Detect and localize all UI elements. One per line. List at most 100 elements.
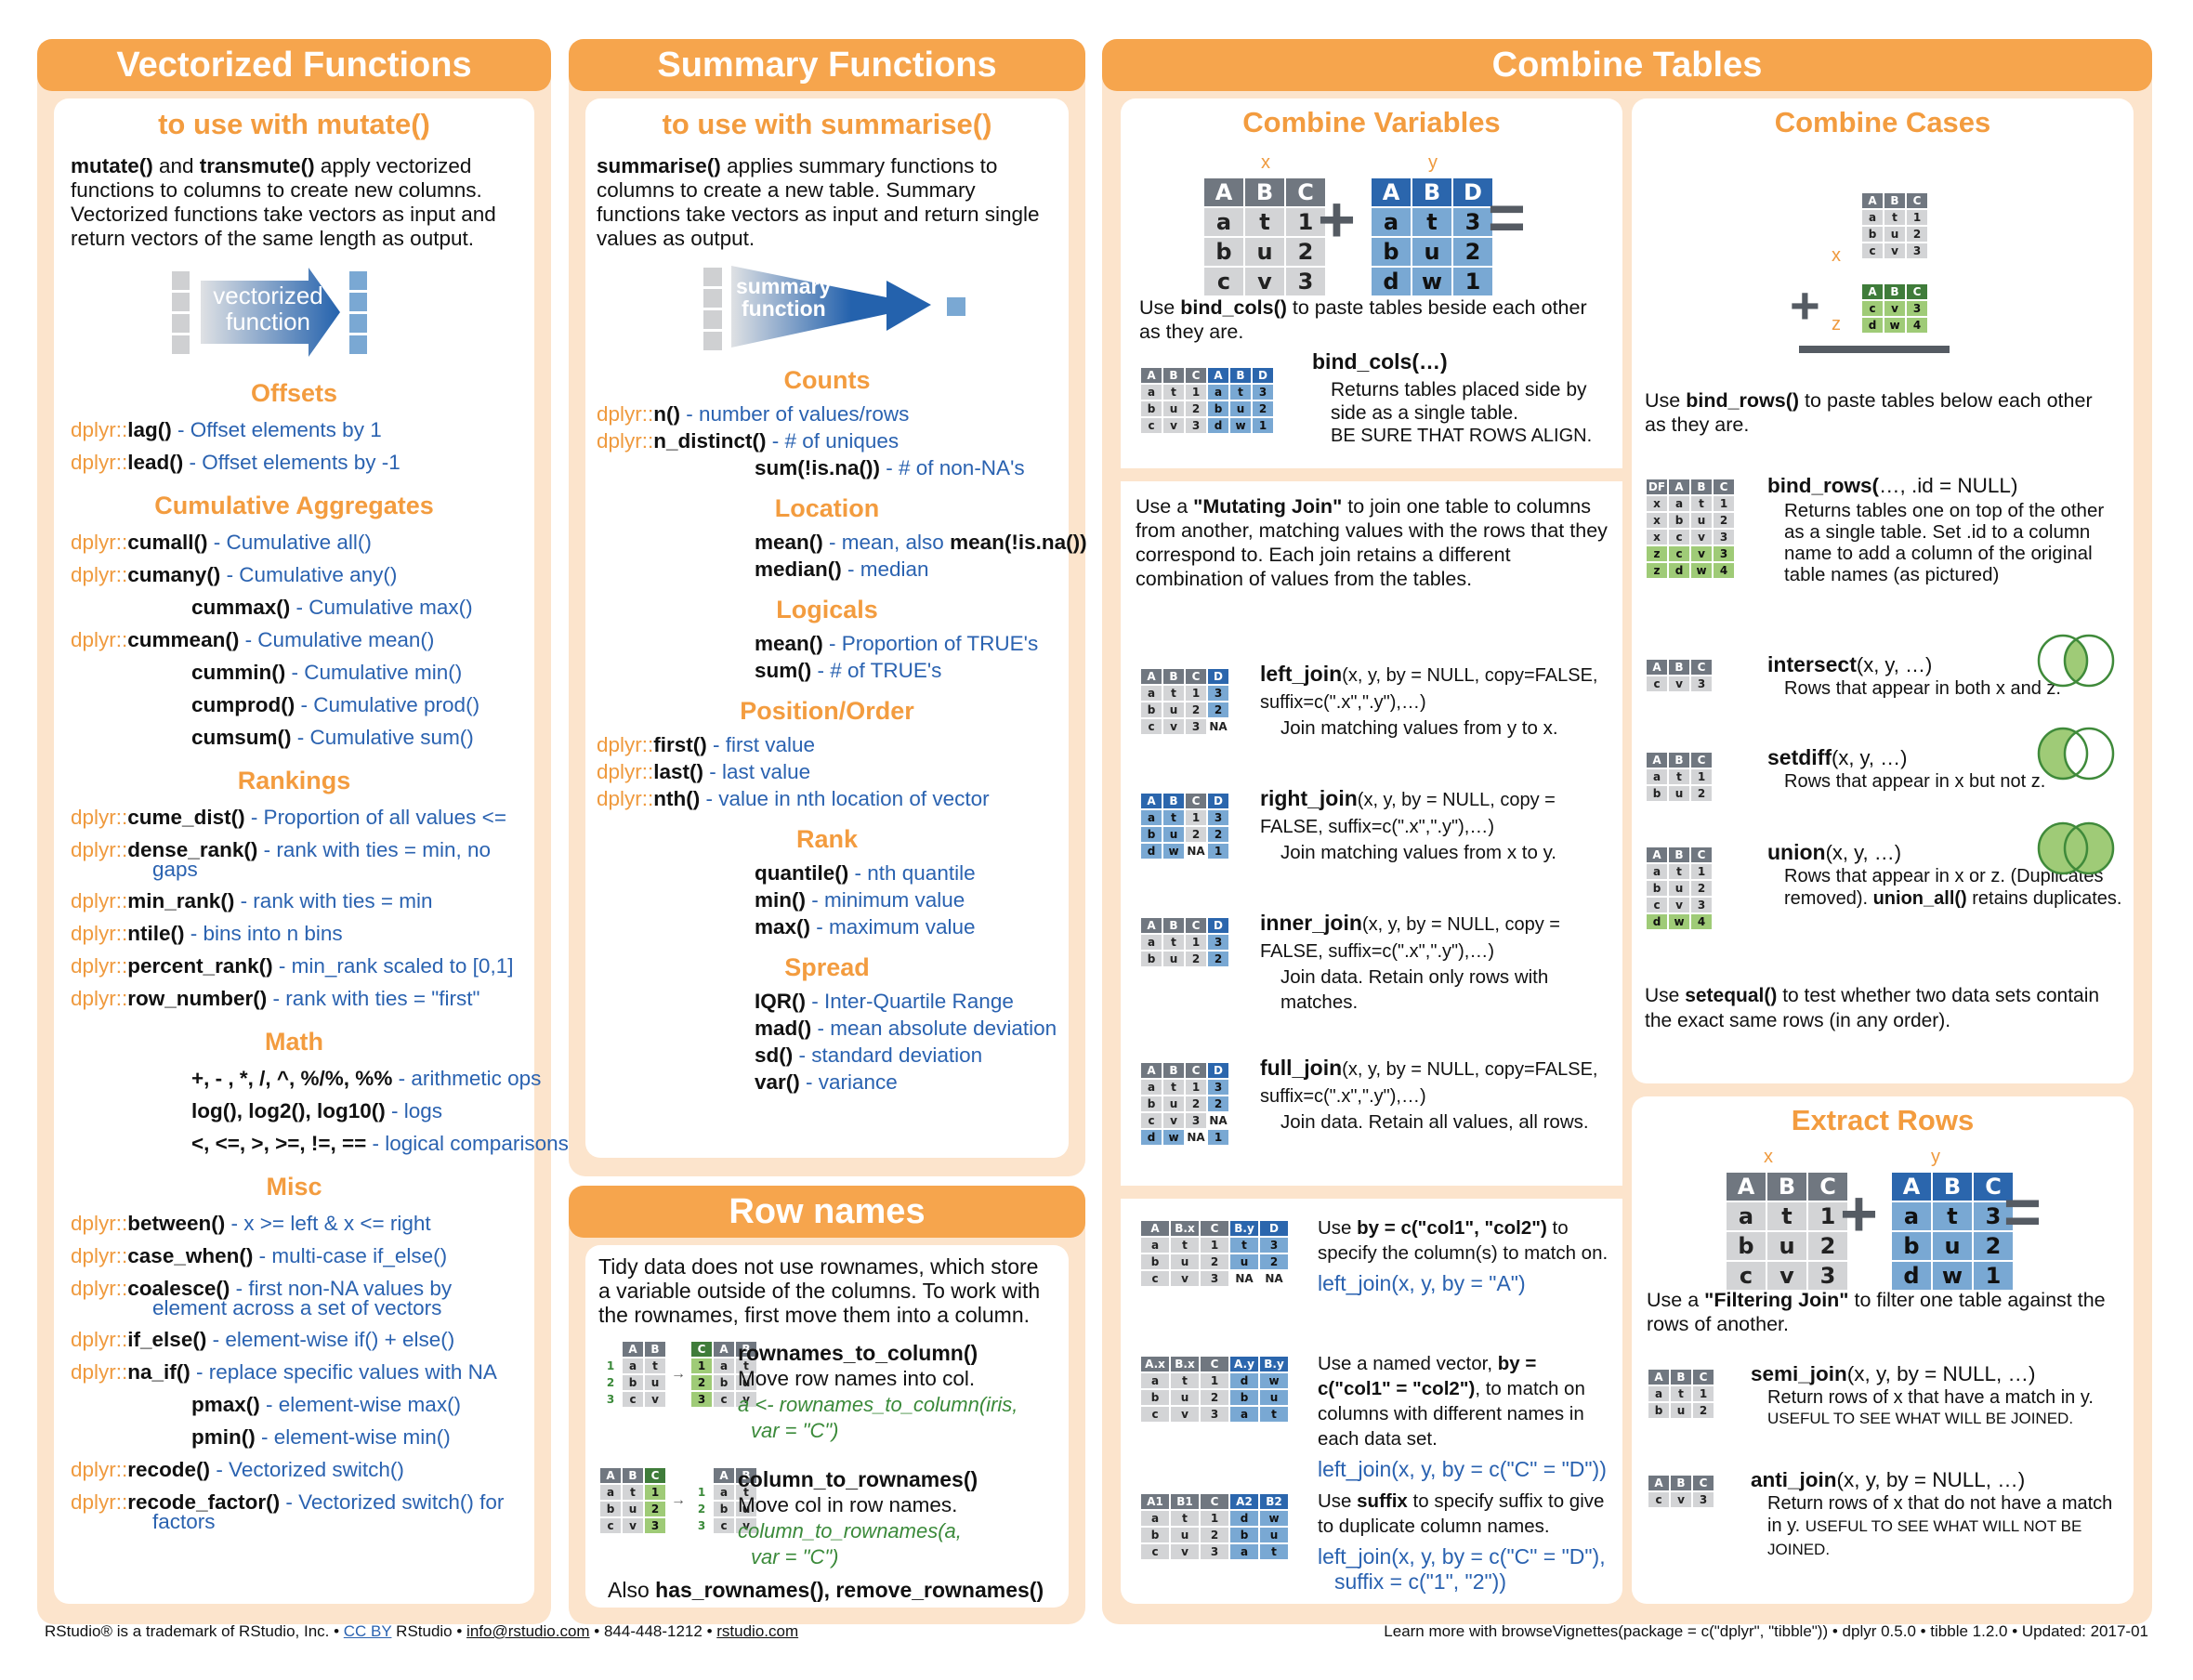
function-description: - rank with ties = min	[234, 889, 433, 912]
function-description: - Offset elements by -1	[183, 451, 401, 474]
function-name: between()	[127, 1212, 226, 1235]
function-name: log(), log2(), log10()	[191, 1099, 386, 1122]
rownames-to-column-diagram: A B 1 a t 2 b u 3 c v → C A B 1 a t 2 b u 3 c v	[598, 1340, 758, 1409]
set-diagram: ABCat1bu2cv3dw4	[1645, 846, 1714, 931]
join-by-item: Use by = c("col1", "col2") to specify th…	[1318, 1215, 1613, 1296]
package-prefix: dplyr::	[597, 760, 654, 783]
join-function-name: left_join	[1260, 662, 1343, 686]
function-item: dplyr::first() - first value	[597, 731, 1057, 758]
package-prefix: dplyr::	[71, 987, 128, 1010]
footer-left: RStudio® is a trademark of RStudio, Inc.…	[45, 1622, 799, 1640]
function-item: quantile() - nth quantile	[597, 860, 1057, 886]
function-item: dplyr::dense_rank() - rank with ties = m…	[71, 833, 518, 866]
package-prefix: dplyr::	[71, 1458, 128, 1481]
intersect-table: ABCcv3	[1645, 658, 1714, 693]
website-link[interactable]: rstudio.com	[716, 1622, 798, 1640]
function-description: - # of uniques	[766, 429, 900, 453]
function-name: ntile()	[127, 922, 185, 945]
join-diagram: A B C Da t 1 3 b u 2 2 c v 3 NA	[1139, 667, 1230, 736]
function-name: cumall()	[127, 531, 208, 554]
summary-sections: Counts dplyr::n() - number of values/rows…	[597, 366, 1087, 1096]
function-item: dplyr::cummean() - Cumulative mean()	[71, 623, 518, 656]
combine-tables-title: Combine Tables	[1102, 39, 2152, 91]
extract-rows-title: Extract Rows	[1791, 1104, 1975, 1136]
join-function-name: full_join	[1260, 1056, 1343, 1080]
combine-variables-box: Combine Variables x y ABCat1bu2cv3 + ABD…	[1121, 98, 1622, 1604]
rownames-to-column-row: A B 1 a t 2 b u 3 c v → C A B 1 a t 2 b u 3 c v rownames_to_col…	[598, 1340, 1056, 1466]
extract-rows-box: Extract Rows x y ABCat1bu2cv3 + ABCat3bu…	[1632, 1096, 2134, 1604]
function-name: n()	[653, 402, 681, 426]
footer-right: Learn more with browseVignettes(package …	[1384, 1622, 2148, 1640]
function-description: - mean, also	[822, 531, 951, 554]
inner_join-table: ABCDat13bu22	[1139, 916, 1230, 968]
package-prefix: dplyr::	[71, 838, 128, 861]
function-item: dplyr::na_if() - replace specific values…	[71, 1356, 518, 1388]
function-item: sum() - # of TRUE's	[597, 657, 1057, 684]
function-name: percent_rank()	[127, 954, 273, 978]
sum-line	[1799, 346, 1950, 353]
bind-cols-result-table: ABCABDat1at3bu2bu2cv3dw1	[1139, 366, 1275, 435]
package-prefix: dplyr::	[71, 889, 128, 912]
function-name: mean()	[755, 632, 823, 655]
summary-diagram: summary function	[597, 264, 1057, 353]
function-item: max() - maximum value	[597, 913, 1057, 940]
join-by-code: suffix = c("1", "2"))	[1334, 1569, 1506, 1594]
function-name: recode()	[127, 1458, 211, 1481]
function-item: cumsum() - Cumulative sum()	[71, 721, 518, 754]
join-by-table: A B.x C B.y Da t 1 t 3 b u 2 u 2 c v 3 NA NA	[1139, 1219, 1290, 1288]
also-rownames-note: Also has_rownames(), remove_rownames()	[608, 1578, 1044, 1602]
join-by-diagram: A.x B.x C A.y B.y a t 1 d w b u 2 b u c v 3 a t	[1139, 1355, 1290, 1424]
package-prefix: dplyr::	[71, 628, 128, 651]
join-by-description: Use by = c("col1", "col2") to specify th…	[1318, 1217, 1609, 1264]
function-item: dplyr::if_else() - element-wise if() + e…	[71, 1323, 518, 1356]
plus-icon: +	[1790, 276, 1820, 335]
function-item: log(), log2(), log10() - logs	[71, 1095, 518, 1127]
column-to-rownames-diagram: A B Ca t 1 b u 2 c v 3 → A B 1 a t 2 b u 3 c v	[598, 1466, 758, 1535]
section-heading: Math	[265, 1028, 323, 1056]
join-by-diagram: A1 B1 C A2 B2 a t 1 d w b u 2 b u c v 3 a t	[1139, 1492, 1290, 1561]
rownames-intro: Tidy data does not use rownames, which s…	[598, 1254, 1041, 1327]
package-prefix: dplyr::	[71, 1244, 128, 1267]
function-name: var()	[755, 1070, 800, 1094]
arrow-right-icon: →	[671, 1492, 686, 1508]
set-args: (x, y, …)	[1825, 841, 1902, 864]
function-description: - rank with ties = min, no	[257, 838, 492, 861]
section-heading: Offsets	[250, 379, 338, 407]
email-link[interactable]: info@rstudio.com	[466, 1622, 590, 1640]
vectorized-diagram: vectorized function	[71, 264, 518, 366]
function-item: var() - variance	[597, 1069, 1057, 1096]
function-description: - mean absolute deviation	[811, 1017, 1057, 1040]
table-x: ABCat1bu2cv3	[1725, 1171, 1849, 1292]
function-name: cume_dist()	[127, 806, 245, 829]
function-item: dplyr::n() - number of values/rows	[597, 400, 1057, 427]
semi-join-item: semi_join(x, y, by = NULL, …) Return row…	[1751, 1362, 2094, 1427]
setequal-note: Use setequal() to test whether two data …	[1645, 985, 2100, 1031]
function-name: cumsum()	[191, 726, 292, 749]
function-description: - logical comparisons	[366, 1132, 569, 1155]
function-item: pmin() - element-wise min()	[71, 1421, 518, 1453]
column-to-rownames-row: A B Ca t 1 b u 2 c v 3 → A B 1 a t 2 b u 3 c v column_to_rowna…	[598, 1466, 1056, 1578]
summary-functions-box: to use with summarise() summarise() appl…	[585, 98, 1087, 1158]
equals-icon: =	[1488, 181, 1526, 254]
section-heading: Rank	[795, 825, 859, 853]
semi-join-table: ABCat1bu2	[1647, 1368, 1715, 1420]
function-description: - maximum value	[810, 915, 976, 938]
join-by-item: Use a named vector, by = c("col1" = "col…	[1318, 1351, 1613, 1482]
function-item: dplyr::cume_dist() - Proportion of all v…	[71, 801, 518, 833]
join-by-table: A.x B.x C A.y B.y a t 1 d w b u 2 b u c v 3 a t	[1139, 1355, 1290, 1424]
semi-join-table: ABCat1bu2	[1647, 1368, 1715, 1420]
join-by-code: left_join(x, y, by = c("C" = "D"))	[1318, 1457, 1607, 1481]
table-x: ABCat1bu2cv3	[1202, 177, 1327, 297]
join-diagram: A B C Da t 1 3 b u 2 2 c v 3 NA d w NA 1	[1139, 1061, 1230, 1147]
function-name: max()	[755, 915, 811, 938]
bind-cols-intro: Use bind_cols() to paste tables beside e…	[1139, 296, 1587, 343]
bind-rows-result-table: DF A B Cx a t 1 x b u 2 x c v 3 z c v 3 z d w 4	[1645, 478, 1736, 580]
summarise-subtitle: to use with summarise()	[662, 108, 992, 140]
cc-by-link[interactable]: CC BY	[344, 1622, 392, 1640]
set-function-name: union	[1767, 840, 1826, 864]
mutate-intro: mutate() and transmute() apply vectorize…	[71, 154, 496, 250]
function-description: - arithmetic ops	[392, 1067, 542, 1090]
join-description: Join matching values from y to x.	[1280, 717, 1558, 739]
row-names-box: Tidy data does not use rownames, which s…	[585, 1245, 1069, 1608]
table-y: ABCat3bu2dw1	[1890, 1171, 2015, 1292]
